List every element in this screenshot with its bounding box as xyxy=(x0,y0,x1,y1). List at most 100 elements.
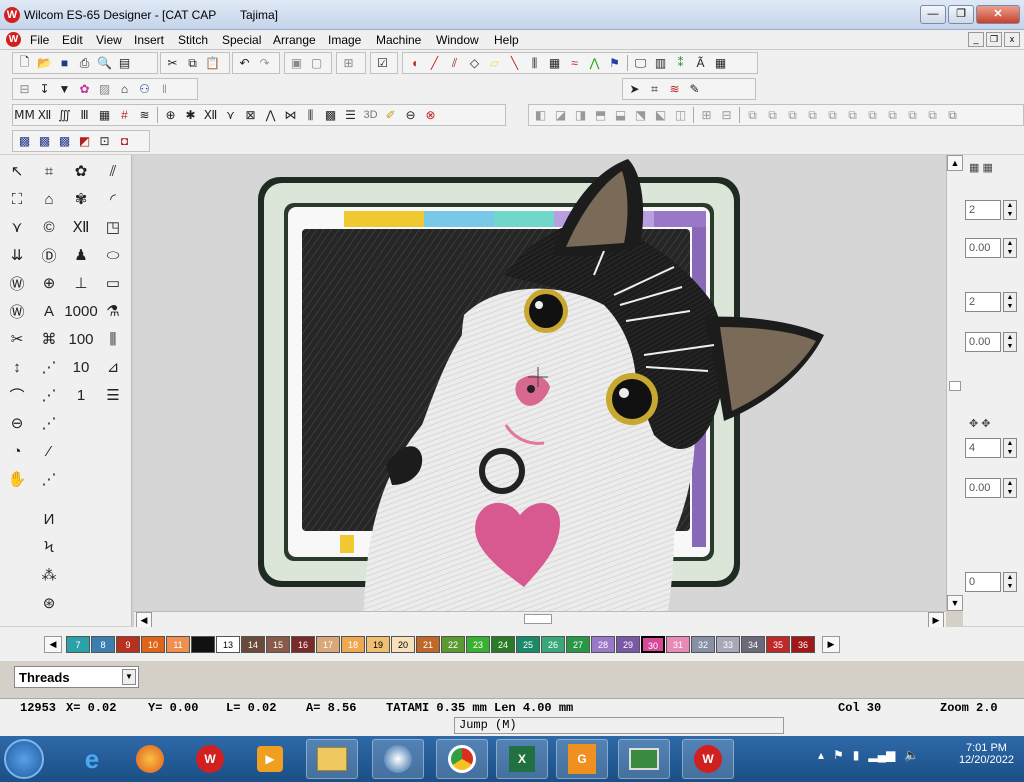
scroll-up-button[interactable]: ▲ xyxy=(947,155,963,171)
reshape-object-icon[interactable]: ⌗ xyxy=(36,159,62,183)
chain-icon[interactable]: ⋰ xyxy=(36,411,62,435)
palette-prev-button[interactable]: ◀ xyxy=(44,636,62,653)
ripple-icon[interactable]: ⊕ xyxy=(161,106,180,124)
bars-icon[interactable]: ▦ xyxy=(711,54,730,72)
run-red-icon[interactable]: ⁄ xyxy=(36,439,62,463)
dash-red-icon[interactable]: ⋰ xyxy=(36,383,62,407)
move-cross-icon[interactable]: ✥ ✥ xyxy=(969,417,991,430)
wilcom-logo-icon[interactable]: W xyxy=(4,7,20,23)
flower-tool-icon[interactable]: ✿ xyxy=(68,159,94,183)
color-chip[interactable]: 11 xyxy=(166,636,190,653)
color-chip[interactable]: 27 xyxy=(566,636,590,653)
lettering-split-icon[interactable]: Ⓦ xyxy=(4,299,30,323)
flag-tray-icon[interactable]: ⚑ xyxy=(833,748,844,762)
monogram-icon[interactable]: Ⓦ xyxy=(4,271,30,295)
scroll-left-button[interactable]: ◀ xyxy=(136,612,152,628)
mdi-close-button[interactable]: x xyxy=(1004,32,1020,47)
spin-field-4[interactable]: 0.00 ▲ ▼ xyxy=(965,331,1021,353)
flag-icon[interactable]: ⚑ xyxy=(605,54,624,72)
book-icon[interactable]: ‖ xyxy=(155,80,174,98)
color-chip[interactable]: 9 xyxy=(116,636,140,653)
scroll-thumb-vertical[interactable] xyxy=(949,381,961,391)
zigzag-fill-icon[interactable]: ⋈ xyxy=(281,106,300,124)
color-chip[interactable]: 29 xyxy=(616,636,640,653)
vertical-scrollbar[interactable]: ▲ ▼ xyxy=(946,155,963,611)
lines-icon[interactable]: ☰ xyxy=(341,106,360,124)
align-left-icon[interactable]: ◧ xyxy=(531,106,550,124)
minimize-button[interactable]: — xyxy=(920,5,946,24)
stitch-edit-icon[interactable]: ≋ xyxy=(665,80,684,98)
pen-tool-icon[interactable]: ✎ xyxy=(685,80,704,98)
print-preview-icon[interactable]: 🔍 xyxy=(95,54,114,72)
n-stitch-icon[interactable]: И xyxy=(36,507,62,531)
menu-stitch[interactable]: Stitch xyxy=(178,33,208,47)
list-icon[interactable]: ☰ xyxy=(100,383,126,407)
lock-icon[interactable]: ⊞ xyxy=(339,54,358,72)
ungroup-icon[interactable]: ▢ xyxy=(307,54,326,72)
people-icon[interactable]: ⚇ xyxy=(135,80,154,98)
excel-icon[interactable]: X xyxy=(496,739,548,779)
contour-stitch-icon[interactable]: ≋ xyxy=(135,106,154,124)
menu-arrange[interactable]: Arrange xyxy=(273,33,316,47)
plant-tool-icon[interactable]: ✾ xyxy=(68,187,94,211)
color-chip[interactable]: 8 xyxy=(91,636,115,653)
branch-icon[interactable]: ⋎ xyxy=(4,215,30,239)
screen-recorder-icon[interactable] xyxy=(618,739,670,779)
run-dashed-icon[interactable]: ⋰ xyxy=(36,467,62,491)
color-chip[interactable]: 35 xyxy=(766,636,790,653)
scissors-icon[interactable]: ✂ xyxy=(4,327,30,351)
color-chip[interactable]: 34 xyxy=(741,636,765,653)
shape-icon[interactable]: ⊖ xyxy=(401,106,420,124)
color-chip[interactable] xyxy=(191,636,215,653)
align-right-icon[interactable]: ◨ xyxy=(571,106,590,124)
menu-help[interactable]: Help xyxy=(494,33,519,47)
mdi-minimize-button[interactable]: _ xyxy=(968,32,984,47)
document-menu-icon[interactable]: W xyxy=(6,32,21,47)
thread-spool-icon[interactable]: ◔ xyxy=(4,439,30,463)
cross-stitch-icon[interactable]: # xyxy=(115,106,134,124)
firefox-icon[interactable] xyxy=(124,739,176,779)
maximize-button[interactable]: ❐ xyxy=(948,5,974,24)
run-stitch-icon[interactable]: ⫽ xyxy=(100,159,126,183)
color-chip[interactable]: 31 xyxy=(666,636,690,653)
graph-icon[interactable]: ⊿ xyxy=(100,355,126,379)
color-chip[interactable]: 21 xyxy=(416,636,440,653)
media-player-icon[interactable]: ▶ xyxy=(244,739,296,779)
lettering-icon[interactable]: A xyxy=(36,299,62,323)
envelope-icon[interactable]: ⌘ xyxy=(36,327,62,351)
spin-field-1[interactable]: 2 ▲ ▼ xyxy=(965,199,1021,221)
transform-7-icon[interactable]: ⧉ xyxy=(863,106,882,124)
color-chip[interactable]: 22 xyxy=(441,636,465,653)
screen-capture-icon[interactable] xyxy=(372,739,424,779)
spin-field-2[interactable]: 0.00 ▲ ▼ xyxy=(965,237,1021,259)
outline-icon[interactable]: ◇ xyxy=(465,54,484,72)
arc-icon[interactable]: ◜ xyxy=(100,187,126,211)
panel-grid-icon[interactable]: ▦ ▦ xyxy=(969,161,993,174)
transform-9-icon[interactable]: ⧉ xyxy=(903,106,922,124)
comb-icon[interactable]: ⌒ xyxy=(4,383,30,407)
show-outlines-icon[interactable]: ▩ xyxy=(35,132,54,150)
menu-view[interactable]: View xyxy=(96,33,122,47)
ellipse-icon[interactable]: ⬭ xyxy=(100,243,126,267)
shape-select-icon[interactable]: ⌂ xyxy=(36,187,62,211)
pen-icon[interactable]: ╲ xyxy=(505,54,524,72)
color-chip[interactable]: 36 xyxy=(791,636,815,653)
scroll-right-button[interactable]: ▶ xyxy=(928,612,944,628)
menu-image[interactable]: Image xyxy=(328,33,361,47)
undo-icon[interactable]: ↶ xyxy=(235,54,254,72)
color-chip[interactable]: 14 xyxy=(241,636,265,653)
reshape-icon[interactable]: ⌗ xyxy=(645,80,664,98)
fill-stitch-icon[interactable]: ⅯⅯ xyxy=(14,106,35,124)
tray-expand-icon[interactable]: ▴ xyxy=(818,748,824,762)
flower-icon[interactable]: ✿ xyxy=(75,80,94,98)
color-chip[interactable]: 16 xyxy=(291,636,315,653)
cluster-icon[interactable]: ⁂ xyxy=(36,563,62,587)
fill-bucket-icon[interactable]: ⚗ xyxy=(100,299,126,323)
mirror-icon[interactable]: ⊞ xyxy=(697,106,716,124)
motif-icon[interactable]: Ⅻ xyxy=(201,106,220,124)
color-chip[interactable]: 7 xyxy=(66,636,90,653)
columns-icon[interactable]: ⫼ xyxy=(301,106,320,124)
rectangle-icon[interactable]: ▭ xyxy=(100,271,126,295)
z-stitch-icon[interactable]: Ϟ xyxy=(36,535,62,559)
circle-stitch-icon[interactable]: © xyxy=(36,215,62,239)
